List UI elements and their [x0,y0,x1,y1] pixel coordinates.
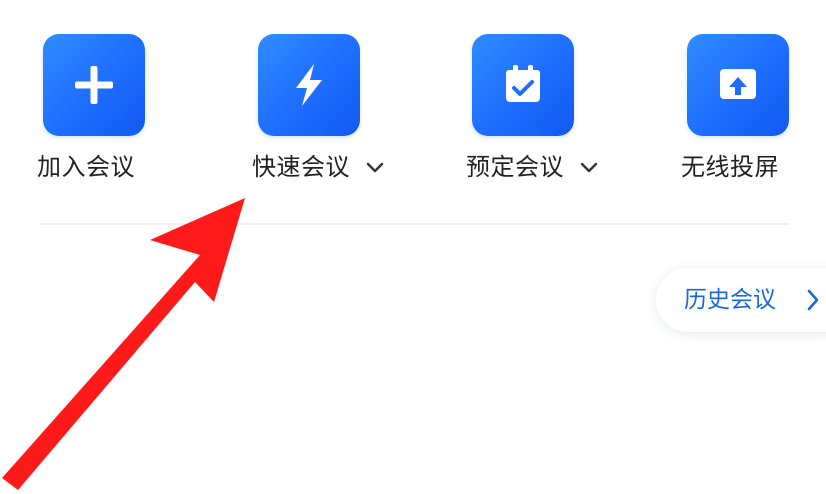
wireless-cast-label: 无线投屏 [681,152,779,182]
quick-meeting-label: 快速会议 [252,152,384,182]
join-meeting-label: 加入会议 [37,152,135,182]
join-meeting-button[interactable]: 加入会议 [37,34,183,194]
quick-meeting-button[interactable]: 快速会议 [252,34,398,194]
screen-cast-icon [720,69,756,99]
wireless-cast-tile [687,34,789,136]
schedule-meeting-tile [472,34,574,136]
quick-meeting-text: 快速会议 [252,153,350,181]
history-meetings-button[interactable]: 历史会议 [656,268,826,332]
schedule-meeting-button[interactable]: 预定会议 [466,34,612,194]
calendar-check-icon [506,65,540,102]
join-meeting-text: 加入会议 [37,153,135,181]
lightning-icon [296,64,322,106]
meeting-home-screen: { "actions": [ { "label": "加入会议", "icon"… [0,0,826,494]
history-meetings-label: 历史会议 [684,287,776,313]
join-meeting-tile [43,34,145,136]
section-divider [40,223,790,225]
schedule-meeting-label: 预定会议 [466,152,598,182]
chevron-down-icon[interactable] [366,162,384,174]
wireless-cast-button[interactable]: 无线投屏 [681,34,826,194]
quick-meeting-tile [258,34,360,136]
wireless-cast-text: 无线投屏 [681,153,779,181]
schedule-meeting-text: 预定会议 [466,153,564,181]
plus-icon [75,66,113,104]
chevron-down-icon[interactable] [580,162,598,174]
chevron-right-icon [807,289,819,311]
meeting-actions-bar: 加入会议 快速会议 预定会议 无线投屏 [0,0,826,200]
